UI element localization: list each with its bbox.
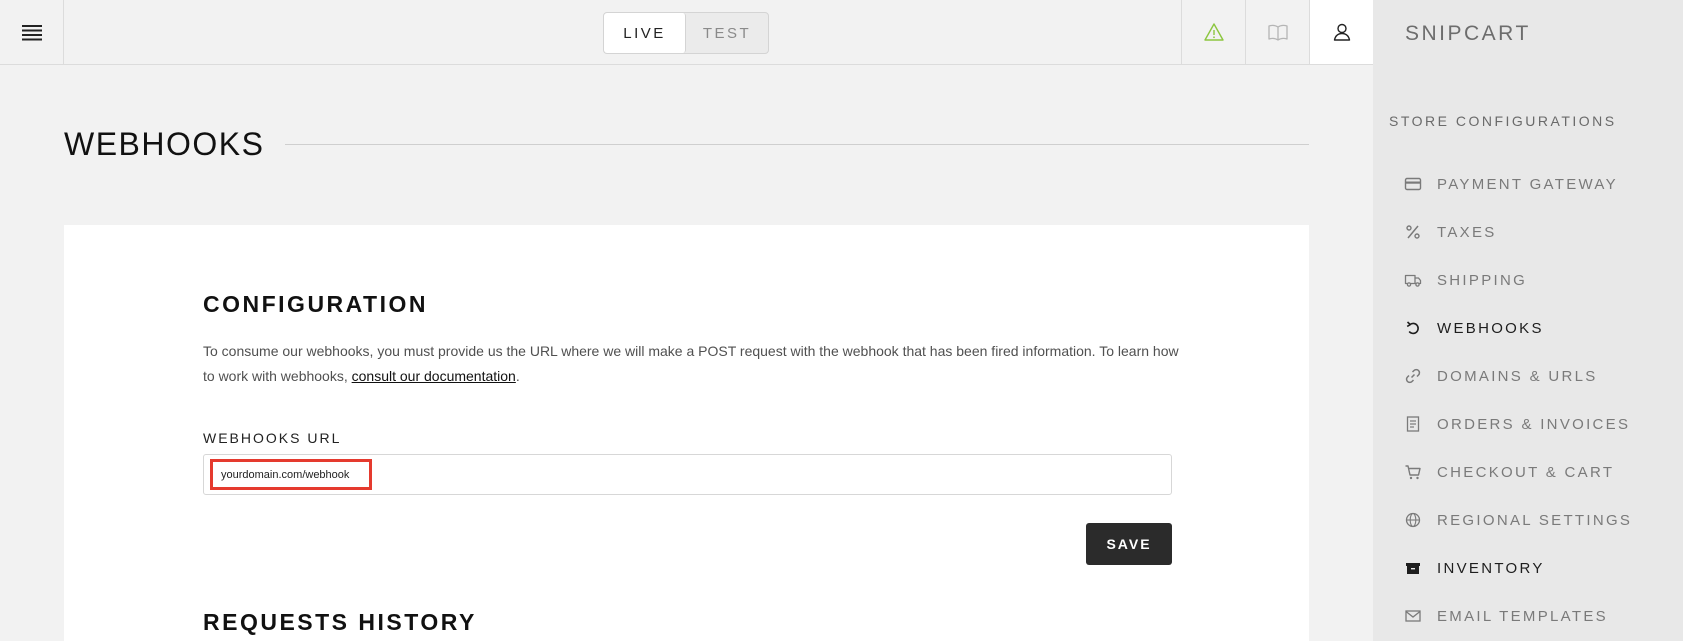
sidebar-item-label: PAYMENT GATEWAY xyxy=(1437,175,1618,193)
sidebar-item-email-templates[interactable]: EMAIL TEMPLATES xyxy=(1403,592,1683,640)
requests-history-heading: REQUESTS HISTORY xyxy=(203,609,477,635)
book-icon xyxy=(1267,24,1288,41)
box-icon xyxy=(1403,558,1423,578)
brand-logo: SNIPCART xyxy=(1405,22,1531,45)
description-end: . xyxy=(515,368,520,384)
sidebar-item-checkout-cart[interactable]: CHECKOUT & CART xyxy=(1403,448,1683,496)
documentation-button[interactable] xyxy=(1245,0,1309,64)
save-button[interactable]: SAVE xyxy=(1086,523,1172,565)
sidebar-item-label: REGIONAL SETTINGS xyxy=(1437,511,1633,529)
truck-icon xyxy=(1403,270,1423,290)
sidebar-item-shipping[interactable]: SHIPPING xyxy=(1403,256,1683,304)
sidebar-heading: STORE CONFIGURATIONS xyxy=(1389,113,1617,129)
sidebar-item-label: INVENTORY xyxy=(1437,559,1545,577)
sidebar-item-label: CHECKOUT & CART xyxy=(1437,463,1615,481)
cart-icon xyxy=(1403,462,1423,482)
environment-toggle: LIVE TEST xyxy=(603,12,769,54)
sidebar-item-label: WEBHOOKS xyxy=(1437,319,1544,337)
user-icon xyxy=(1333,23,1350,41)
envelope-icon xyxy=(1403,606,1423,626)
page-title: WEBHOOKS xyxy=(64,126,265,162)
test-toggle[interactable]: TEST xyxy=(686,13,768,53)
credit-card-icon xyxy=(1403,174,1423,194)
sidebar-item-webhooks[interactable]: WEBHOOKS xyxy=(1403,304,1683,352)
sidebar-item-inventory[interactable]: INVENTORY xyxy=(1403,544,1683,592)
sidebar-item-label: DOMAINS & URLS xyxy=(1437,367,1598,385)
globe-icon xyxy=(1403,510,1423,530)
sidebar-item-orders-invoices[interactable]: ORDERS & INVOICES xyxy=(1403,400,1683,448)
sidebar: SNIPCART STORE CONFIGURATIONS PAYMENT GA… xyxy=(1373,0,1683,641)
menu-button[interactable] xyxy=(0,0,64,64)
menu-icon xyxy=(21,25,42,41)
sidebar-item-payment-gateway[interactable]: PAYMENT GATEWAY xyxy=(1403,160,1683,208)
percent-icon xyxy=(1403,222,1423,242)
link-icon xyxy=(1403,366,1423,386)
description-text: To consume our webhooks, you must provid… xyxy=(203,343,1179,384)
webhooks-url-field xyxy=(203,454,1172,495)
sidebar-menu: PAYMENT GATEWAY TAXES SHIPPING WEBHOOKS … xyxy=(1403,160,1683,640)
title-divider xyxy=(285,144,1309,145)
sidebar-item-taxes[interactable]: TAXES xyxy=(1403,208,1683,256)
documentation-link[interactable]: consult our documentation xyxy=(352,368,516,384)
live-toggle[interactable]: LIVE xyxy=(604,13,686,53)
sidebar-item-label: ORDERS & INVOICES xyxy=(1437,415,1631,433)
warning-button[interactable] xyxy=(1181,0,1245,64)
webhook-icon xyxy=(1403,318,1423,338)
sidebar-item-regional-settings[interactable]: REGIONAL SETTINGS xyxy=(1403,496,1683,544)
account-button[interactable] xyxy=(1309,0,1373,64)
invoice-icon xyxy=(1403,414,1423,434)
sidebar-item-domains-urls[interactable]: DOMAINS & URLS xyxy=(1403,352,1683,400)
configuration-heading: CONFIGURATION xyxy=(203,291,429,317)
sidebar-item-label: EMAIL TEMPLATES xyxy=(1437,607,1608,625)
sidebar-item-label: TAXES xyxy=(1437,223,1497,241)
webhooks-card: CONFIGURATION To consume our webhooks, y… xyxy=(64,225,1309,641)
sidebar-item-label: SHIPPING xyxy=(1437,271,1528,289)
top-bar: LIVE TEST xyxy=(0,0,1373,65)
webhooks-url-label: WEBHOOKS URL xyxy=(203,430,342,446)
configuration-description: To consume our webhooks, you must provid… xyxy=(203,339,1183,389)
warning-icon xyxy=(1203,23,1224,41)
webhooks-url-input[interactable] xyxy=(210,459,372,490)
